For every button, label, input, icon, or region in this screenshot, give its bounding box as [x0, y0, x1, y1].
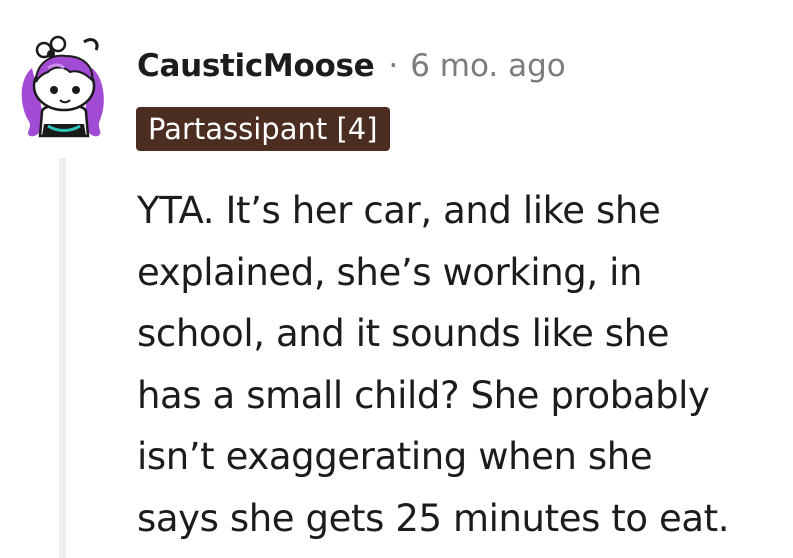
comment-body-line: says she gets 25 minutes to eat. [137, 496, 730, 540]
username-link[interactable]: CausticMoose [137, 48, 375, 84]
comment-body-line: explained, she’s working, in [137, 250, 643, 294]
comment-body: YTA. It’s her car, and like she explaine… [137, 180, 777, 549]
comment-body-line: has a small child? She probably [137, 373, 710, 417]
comment: CausticMoose · 6 mo. ago Partassipant [4… [0, 0, 793, 558]
user-flair: Partassipant [4] [136, 107, 390, 151]
user-avatar[interactable] [14, 28, 114, 140]
snoo-avatar-icon [21, 35, 104, 138]
thread-collapse-line[interactable] [59, 158, 66, 558]
timestamp-link[interactable]: 6 mo. ago [410, 48, 566, 84]
comment-body-line: YTA. It’s her car, and like she [137, 189, 661, 232]
comment-meta: CausticMoose · 6 mo. ago [137, 46, 566, 86]
meta-separator: · [388, 48, 399, 84]
comment-body-line: school, and it sounds like she [137, 312, 670, 355]
comment-body-line: isn’t exaggerating when she [137, 435, 653, 478]
